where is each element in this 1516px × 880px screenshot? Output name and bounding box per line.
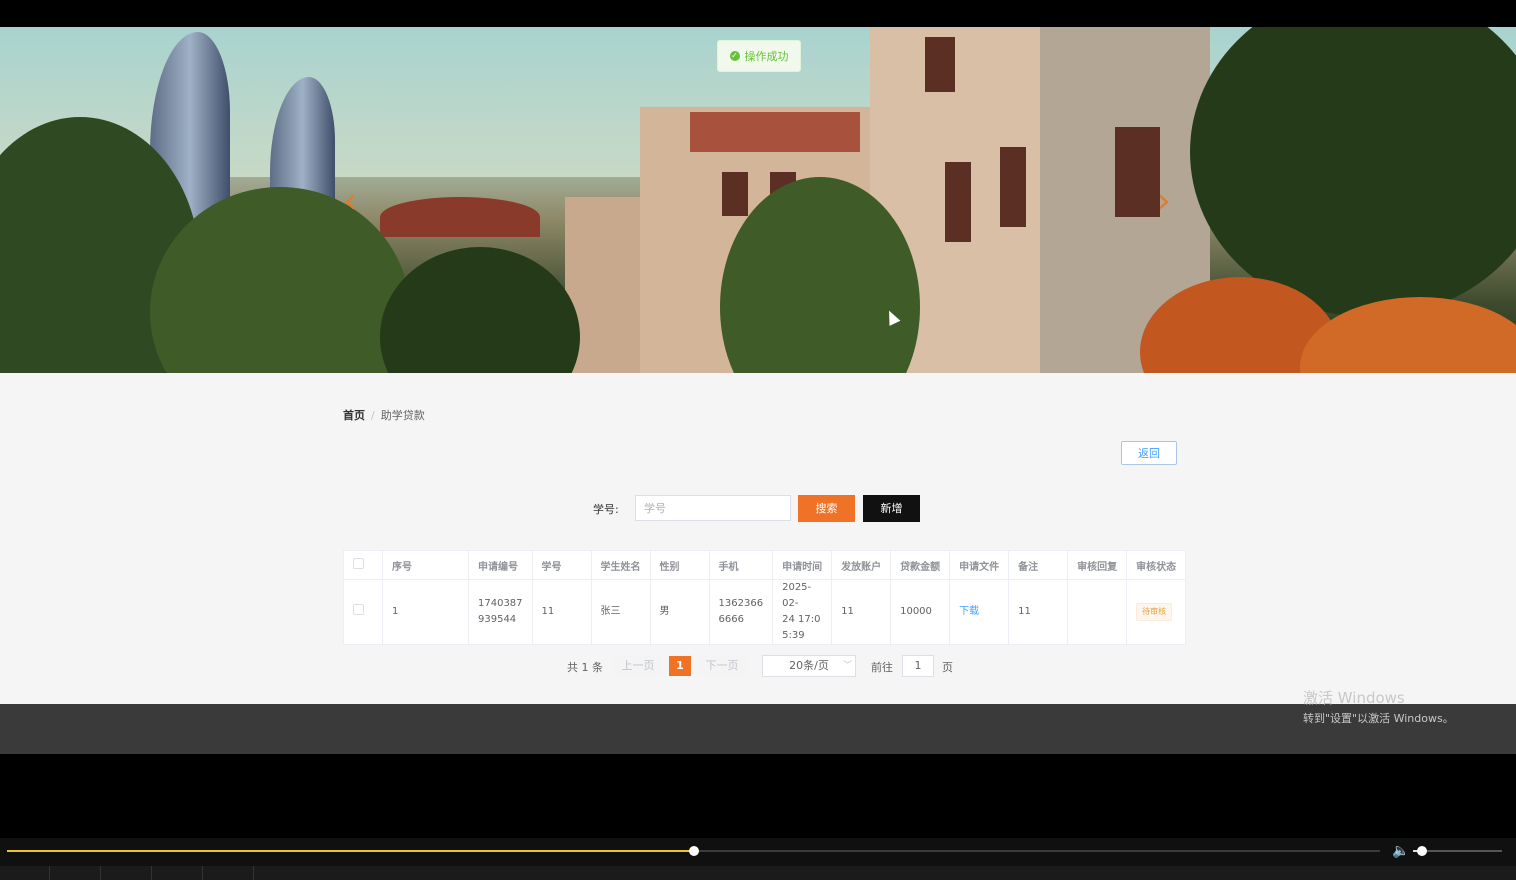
cell-phone: 1362366 6666 xyxy=(708,579,774,645)
taskbar-item[interactable] xyxy=(0,866,50,880)
breadcrumb-separator: / xyxy=(371,409,375,422)
cell-amount: 10000 xyxy=(890,579,951,645)
watermark-subtitle: 转到"设置"以激活 Windows。 xyxy=(1303,712,1454,725)
cell-status: 待审核 xyxy=(1126,579,1187,645)
seek-progress xyxy=(7,850,694,852)
banner-pagoda xyxy=(380,197,540,237)
pagination-total: 共 1 条 xyxy=(567,661,603,674)
breadcrumb-current: 助学贷款 xyxy=(380,409,425,422)
toast-text: 操作成功 xyxy=(744,50,789,63)
select-all-cell xyxy=(343,550,383,580)
cell-line: 1362366 xyxy=(718,598,764,609)
banner-carousel[interactable]: ‹ › ✓ 操作成功 xyxy=(0,27,1516,373)
cell-line: 1740387 xyxy=(478,598,523,609)
banner-window xyxy=(1115,127,1160,217)
volume-handle[interactable] xyxy=(1416,846,1427,856)
column-header[interactable]: 审核回复 xyxy=(1067,550,1128,580)
seek-handle[interactable] xyxy=(688,846,699,856)
search-label: 学号: xyxy=(593,503,619,516)
cell-index: 1 xyxy=(382,579,469,645)
cell-file: 下载 xyxy=(949,579,1010,645)
table-row[interactable]: 1 1740387 939544 11 张三 男 1362366 6666 2025… xyxy=(343,579,1187,645)
taskbar xyxy=(0,866,1516,880)
carousel-next-arrow[interactable]: › xyxy=(1157,184,1179,218)
breadcrumb-home[interactable]: 首页 xyxy=(343,409,365,422)
prev-page-button[interactable]: 上一页 xyxy=(614,656,662,676)
select-all-checkbox[interactable] xyxy=(353,558,364,569)
banner-window xyxy=(925,37,955,92)
success-toast: ✓ 操作成功 xyxy=(717,40,801,72)
main-content: 首页 / 助学贷款 返回 学号: 搜索 新增 序号 申请编号 学号 学生姓名 性别 … xyxy=(0,373,1516,704)
banner-roof xyxy=(690,112,860,152)
watermark-title: 激活 Windows xyxy=(1303,689,1405,707)
goto-label: 前往 xyxy=(871,661,893,674)
taskbar-item[interactable] xyxy=(101,866,152,880)
cell-line: 6666 xyxy=(718,614,744,625)
cell-apply-time: 2025-02- 24 17:0 5:39 xyxy=(772,579,833,645)
check-circle-icon: ✓ xyxy=(729,51,740,61)
next-page-button[interactable]: 下一页 xyxy=(698,656,746,676)
cell-line: 5:39 xyxy=(782,630,805,641)
student-no-search-input[interactable] xyxy=(635,495,791,521)
banner-window xyxy=(1000,147,1026,227)
add-button[interactable]: 新增 xyxy=(863,495,920,522)
cell-line: 2025-02- xyxy=(782,582,812,609)
column-header[interactable]: 性别 xyxy=(649,550,710,580)
page-size-select[interactable]: 20条/页 ﹀ xyxy=(762,655,856,677)
loan-table: 序号 申请编号 学号 学生姓名 性别 手机 申请时间 发放账户 贷款金额 申请文… xyxy=(343,550,1187,645)
column-header[interactable]: 申请时间 xyxy=(772,550,833,580)
banner-tree xyxy=(1190,27,1516,317)
page-number-button[interactable]: 1 xyxy=(669,656,691,676)
column-header[interactable]: 贷款金额 xyxy=(890,550,951,580)
search-button[interactable]: 搜索 xyxy=(798,495,855,522)
page-size-value: 20条/页 xyxy=(789,659,829,672)
top-letterbox xyxy=(0,0,1516,27)
carousel-prev-arrow[interactable]: ‹ xyxy=(343,184,365,218)
banner-window xyxy=(945,162,971,242)
cell-account: 11 xyxy=(831,579,892,645)
taskbar-item[interactable] xyxy=(152,866,203,880)
volume-icon[interactable]: 🔈 xyxy=(1392,843,1409,859)
column-header[interactable]: 序号 xyxy=(382,550,469,580)
column-header[interactable]: 审核状态 xyxy=(1126,550,1187,580)
column-header[interactable]: 备注 xyxy=(1008,550,1069,580)
column-header[interactable]: 申请文件 xyxy=(949,550,1010,580)
column-header[interactable]: 申请编号 xyxy=(468,550,533,580)
column-header[interactable]: 学生姓名 xyxy=(590,550,651,580)
breadcrumb: 首页 / 助学贷款 xyxy=(343,407,425,423)
banner-window xyxy=(722,172,748,216)
table-header-row: 序号 申请编号 学号 学生姓名 性别 手机 申请时间 发放账户 贷款金额 申请文… xyxy=(343,550,1187,580)
volume-slider[interactable] xyxy=(1413,846,1502,856)
column-header[interactable]: 学号 xyxy=(531,550,592,580)
back-button[interactable]: 返回 xyxy=(1121,441,1177,465)
page-footer xyxy=(0,704,1516,754)
pagination: 共 1 条 上一页 1 下一页 20条/页 ﹀ 前往 1 页 xyxy=(0,655,1516,678)
chevron-down-icon: ﹀ xyxy=(842,661,852,671)
taskbar-item[interactable] xyxy=(50,866,101,880)
windows-activation-watermark: 激活 Windows 转到"设置"以激活 Windows。 xyxy=(1303,687,1454,726)
cell-gender: 男 xyxy=(649,579,710,645)
cell-student-name: 张三 xyxy=(590,579,651,645)
banner-tree xyxy=(380,247,580,373)
status-badge: 待审核 xyxy=(1136,603,1173,621)
row-checkbox[interactable] xyxy=(353,603,364,615)
cell-reply xyxy=(1067,579,1128,645)
taskbar-item[interactable] xyxy=(203,866,254,880)
cell-student-no: 11 xyxy=(531,579,592,645)
cell-line: 24 17:0 xyxy=(782,614,821,625)
download-link[interactable]: 下载 xyxy=(959,606,979,617)
row-select-cell xyxy=(343,579,383,645)
cell-line: 939544 xyxy=(478,614,517,625)
cell-remark: 11 xyxy=(1008,579,1069,645)
page-unit-label: 页 xyxy=(942,661,953,674)
column-header[interactable]: 手机 xyxy=(708,550,774,580)
seek-bar[interactable] xyxy=(7,846,1380,856)
goto-page-input[interactable]: 1 xyxy=(902,655,934,677)
column-header[interactable]: 发放账户 xyxy=(831,550,892,580)
cell-application-no: 1740387 939544 xyxy=(468,579,533,645)
